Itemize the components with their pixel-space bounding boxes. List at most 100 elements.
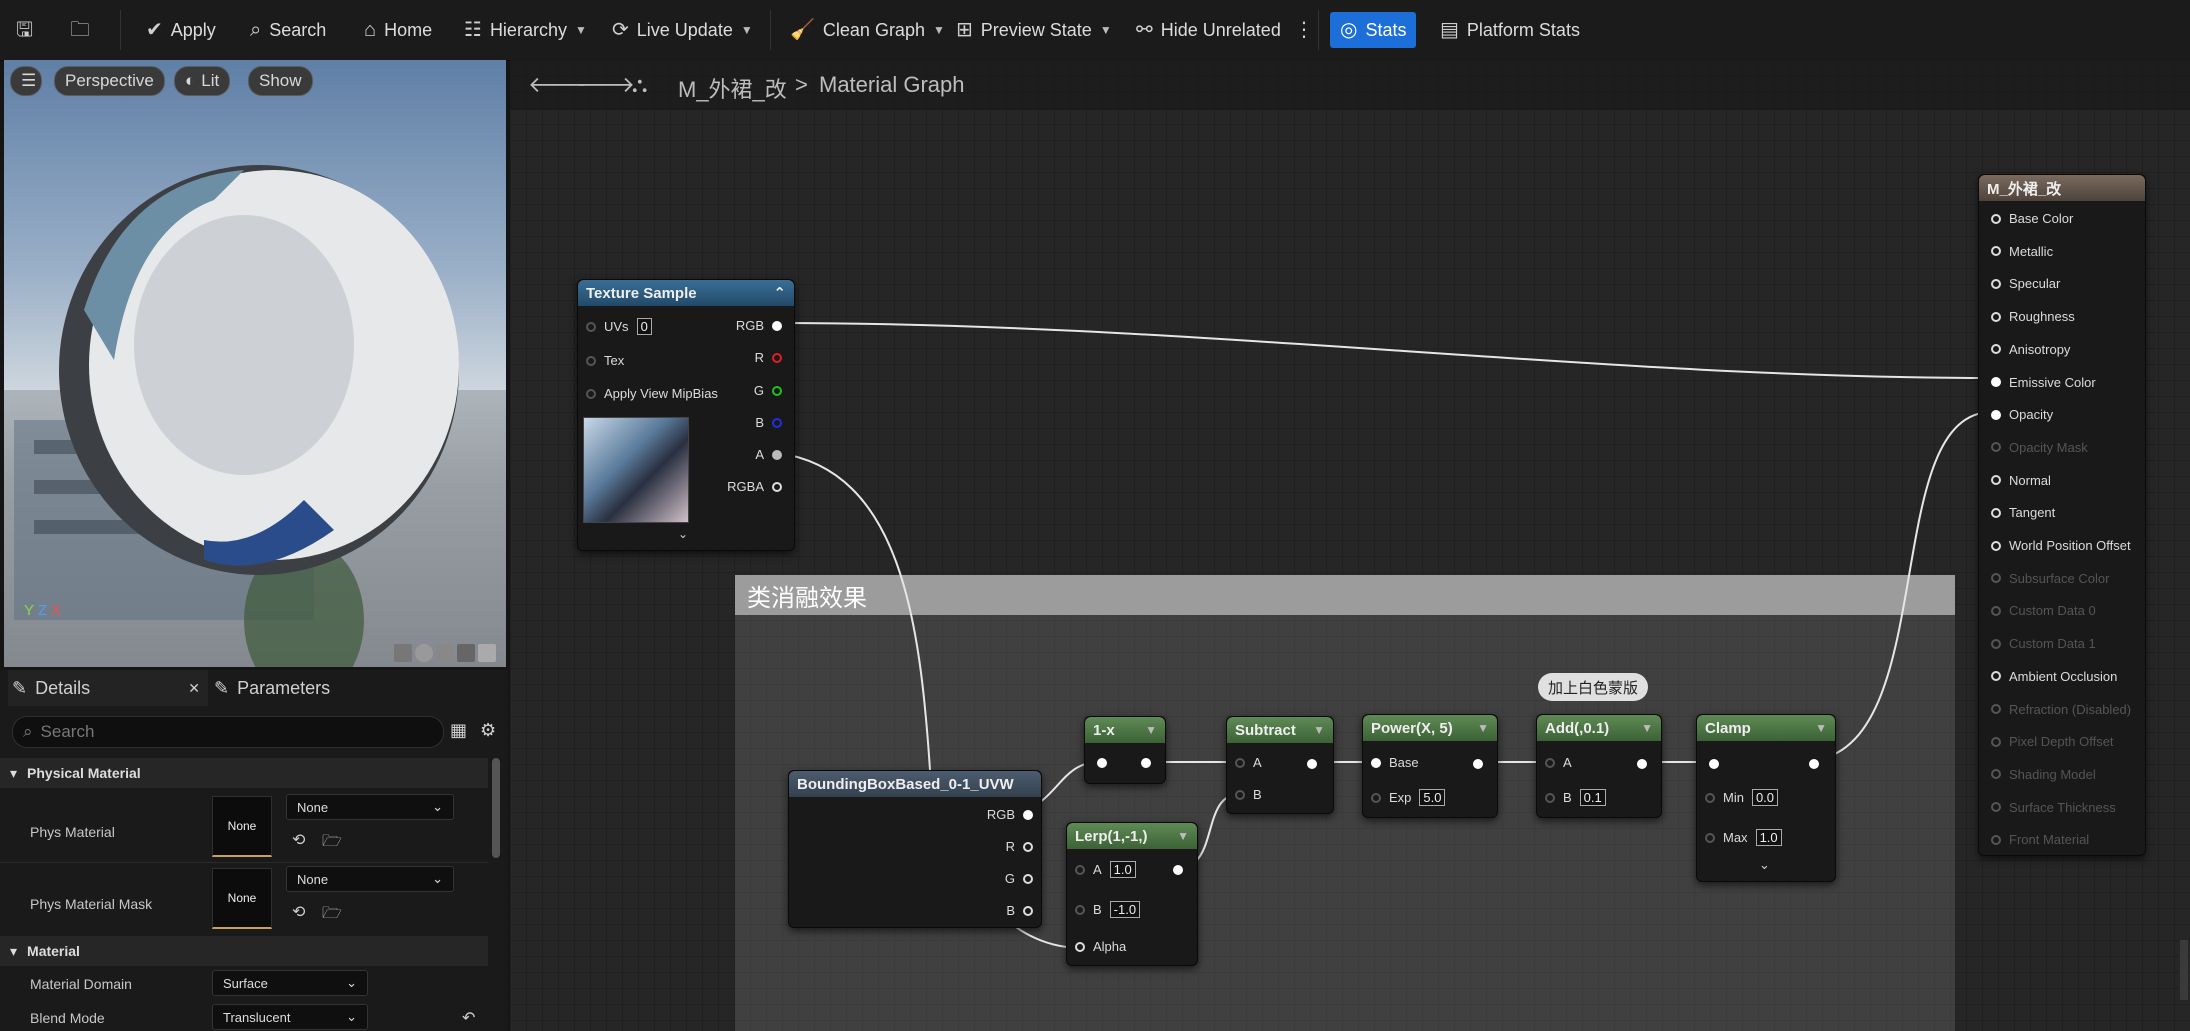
input-pin[interactable]	[1097, 758, 1107, 768]
input-pin[interactable]	[1991, 278, 2001, 289]
a-pin[interactable]: A	[1545, 755, 1572, 770]
node-header[interactable]: BoundingBoxBased_0-1_UVW	[789, 771, 1041, 797]
tex-pin[interactable]: Tex	[586, 353, 624, 368]
input-pin[interactable]	[1991, 442, 2001, 453]
result-pin-ambient-occlusion[interactable]: Ambient Occlusion	[1991, 669, 2117, 684]
node-header[interactable]: Clamp ▼	[1697, 715, 1835, 741]
result-pin-refraction-disabled[interactable]: Refraction (Disabled)	[1991, 702, 2131, 717]
chevron-down-icon[interactable]: ▼	[1177, 829, 1189, 843]
material-result-node[interactable]: M_外裙_改 Base Color Metallic Specular Roughne…	[1978, 174, 2146, 856]
result-pin-emissive-color[interactable]: Emissive Color	[1991, 375, 2096, 390]
b-pin[interactable]: B	[1235, 787, 1262, 802]
g-out-pin[interactable]: G	[1005, 871, 1033, 886]
b-out-pin[interactable]: B	[755, 415, 782, 430]
node-header[interactable]: Subtract ▼	[1227, 717, 1333, 743]
result-pin-specular[interactable]: Specular	[1991, 276, 2060, 291]
input-pin[interactable]	[1991, 475, 2001, 486]
exp-pin[interactable]: Exp 5.0	[1371, 789, 1446, 806]
node-header[interactable]: 1-x ▼	[1085, 717, 1165, 743]
a-pin[interactable]: A 1.0	[1075, 861, 1136, 878]
expand-icon[interactable]: ⌄	[678, 527, 688, 541]
max-value[interactable]: 1.0	[1755, 829, 1782, 846]
input-pin[interactable]	[1991, 311, 2001, 322]
mipbias-pin[interactable]: Apply View MipBias	[586, 386, 718, 401]
result-pin-metallic[interactable]: Metallic	[1991, 244, 2053, 259]
r-out-pin[interactable]: R	[1006, 839, 1033, 854]
a-pin[interactable]: A	[1235, 755, 1262, 770]
input-pin[interactable]	[1991, 638, 2001, 649]
input-pin[interactable]	[1991, 344, 2001, 355]
add-node-comment-bubble[interactable]: 加上白色蒙版	[1538, 673, 1649, 701]
chevron-down-icon[interactable]: ▼	[1145, 723, 1157, 737]
output-pin[interactable]	[1809, 759, 1819, 769]
output-pin[interactable]	[1473, 759, 1483, 769]
r-out-pin[interactable]: R	[755, 350, 782, 365]
input-pin[interactable]	[1991, 409, 2001, 420]
max-pin[interactable]: Max 1.0	[1705, 829, 1782, 846]
input-pin[interactable]	[1991, 573, 2001, 584]
base-pin[interactable]: Base	[1371, 755, 1419, 770]
g-out-pin[interactable]: G	[754, 383, 782, 398]
result-pin-surface-thickness[interactable]: Surface Thickness	[1991, 800, 2116, 815]
collapse-icon[interactable]: ⌃	[773, 284, 786, 302]
result-pin-tangent[interactable]: Tangent	[1991, 505, 2055, 520]
input-pin[interactable]	[1991, 802, 2001, 813]
input-pin[interactable]	[1991, 736, 2001, 747]
expand-icon[interactable]: ⌄	[1759, 857, 1770, 873]
output-pin[interactable]	[1141, 758, 1151, 768]
clamp-node[interactable]: Clamp ▼ Min 0.0 Max 1.0 ⌄	[1696, 714, 1836, 882]
node-header[interactable]: M_外裙_改	[1979, 175, 2145, 201]
uvs-value[interactable]: 0	[636, 318, 652, 335]
chevron-down-icon[interactable]: ▼	[1313, 723, 1325, 737]
result-pin-subsurface-color[interactable]: Subsurface Color	[1991, 571, 2109, 586]
b-value[interactable]: 0.1	[1579, 789, 1606, 806]
b-out-pin[interactable]: B	[1006, 903, 1033, 918]
chevron-down-icon[interactable]: ▼	[1641, 721, 1653, 735]
result-pin-roughness[interactable]: Roughness	[1991, 309, 2075, 324]
input-pin[interactable]	[1991, 507, 2001, 518]
input-pin[interactable]	[1991, 834, 2001, 845]
rgba-out-pin[interactable]: RGBA	[727, 479, 782, 494]
result-pin-opacity[interactable]: Opacity	[1991, 407, 2053, 422]
input-pin[interactable]	[1709, 759, 1719, 769]
node-header[interactable]: Power(X, 5) ▼	[1363, 715, 1497, 741]
b-value[interactable]: -1.0	[1109, 901, 1141, 918]
min-value[interactable]: 0.0	[1751, 789, 1779, 806]
input-pin[interactable]	[1991, 769, 2001, 780]
input-pin[interactable]	[1991, 605, 2001, 616]
a-value[interactable]: 1.0	[1109, 861, 1136, 878]
node-header[interactable]: Texture Sample ⌃	[578, 280, 794, 306]
input-pin[interactable]	[1991, 246, 2001, 257]
b-pin[interactable]: B 0.1	[1545, 789, 1606, 806]
rgb-out-pin[interactable]: RGB	[987, 807, 1033, 822]
node-header[interactable]: Lerp(1,-1,) ▼	[1067, 823, 1197, 849]
exp-value[interactable]: 5.0	[1419, 789, 1446, 806]
node-header[interactable]: Add(,0.1) ▼	[1537, 715, 1661, 741]
subtract-node[interactable]: Subtract ▼ A B	[1226, 716, 1334, 814]
bounding-box-node[interactable]: BoundingBoxBased_0-1_UVW RGB R G B	[788, 770, 1042, 928]
texture-sample-node[interactable]: Texture Sample ⌃ UVs 0 Tex Apply View MipB…	[577, 279, 795, 551]
rgb-out-pin[interactable]: RGB	[736, 318, 782, 333]
result-pin-shading-model[interactable]: Shading Model	[1991, 767, 2096, 782]
output-pin[interactable]	[1637, 759, 1647, 769]
one-minus-node[interactable]: 1-x ▼	[1084, 716, 1166, 784]
result-pin-base-color[interactable]: Base Color	[1991, 211, 2073, 226]
min-pin[interactable]: Min 0.0	[1705, 789, 1779, 806]
result-pin-world-position-offset[interactable]: World Position Offset	[1991, 538, 2131, 553]
input-pin[interactable]	[1991, 540, 2001, 551]
input-pin[interactable]	[1991, 213, 2001, 224]
input-pin[interactable]	[1991, 671, 2001, 682]
result-pin-custom-data-1[interactable]: Custom Data 1	[1991, 636, 2096, 651]
a-out-pin[interactable]: A	[755, 447, 782, 462]
result-pin-custom-data-0[interactable]: Custom Data 0	[1991, 603, 2096, 618]
graph-scrollbar[interactable]	[2180, 940, 2188, 1000]
input-pin[interactable]	[1991, 377, 2001, 387]
result-pin-anisotropy[interactable]: Anisotropy	[1991, 342, 2070, 357]
add-node[interactable]: Add(,0.1) ▼ A B 0.1	[1536, 714, 1662, 818]
output-pin[interactable]	[1173, 865, 1183, 875]
input-pin[interactable]	[1991, 704, 2001, 714]
b-pin[interactable]: B -1.0	[1075, 901, 1141, 918]
result-pin-normal[interactable]: Normal	[1991, 473, 2051, 488]
uvs-pin[interactable]: UVs 0	[586, 318, 652, 335]
result-pin-opacity-mask[interactable]: Opacity Mask	[1991, 440, 2088, 455]
